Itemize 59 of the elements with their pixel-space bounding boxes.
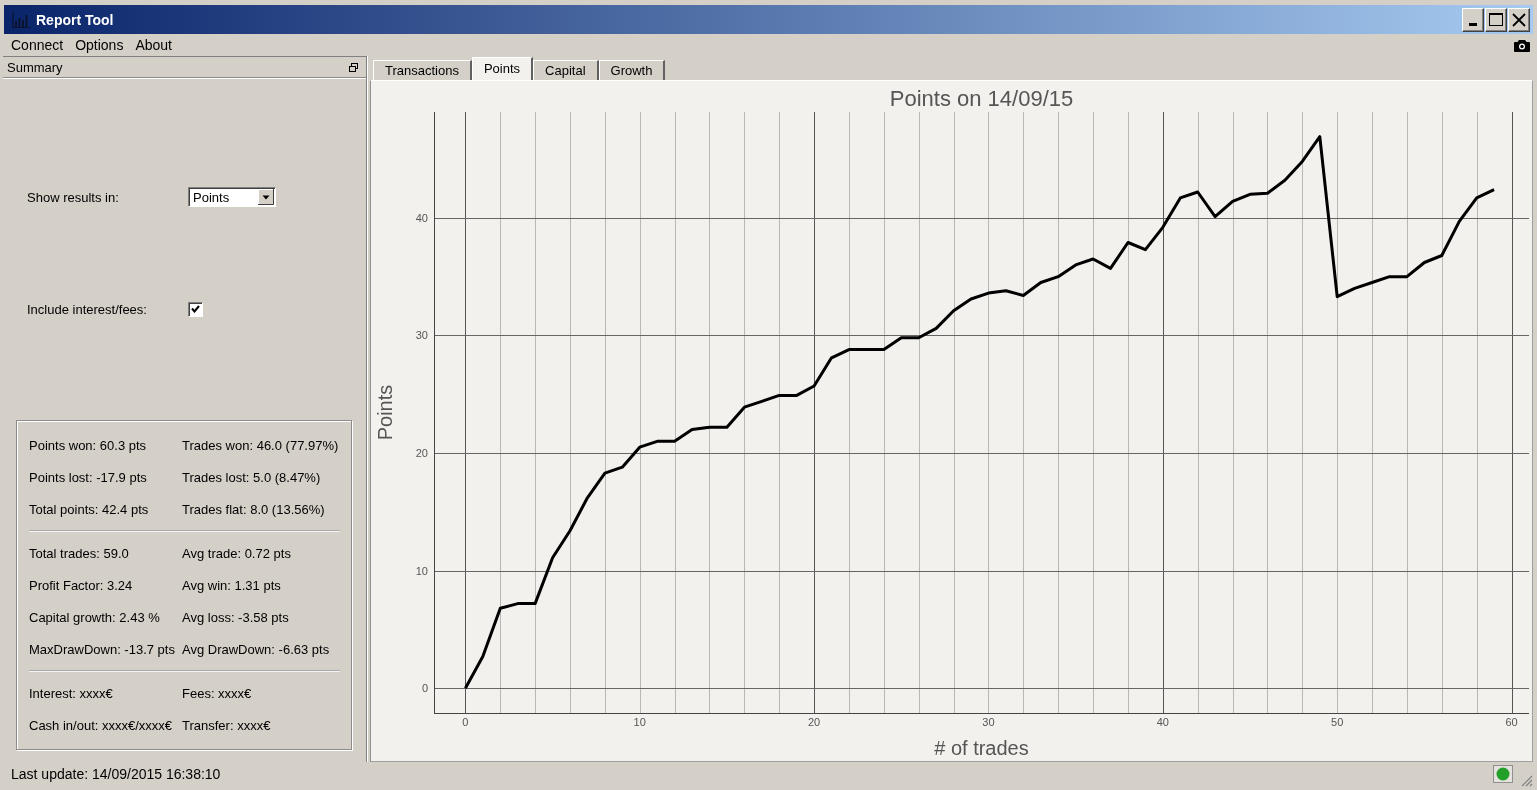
axis-tick-label: 50 <box>1331 716 1344 728</box>
stat-text: Transfer: xxxx€ <box>182 717 271 733</box>
stat-text: Total points: 42.4 pts <box>29 501 150 517</box>
axis-tick-label: 40 <box>415 211 428 224</box>
close-icon <box>1512 12 1526 27</box>
field-label: Include interest/fees: <box>27 301 148 317</box>
stat-text: Interest: xxxx€ <box>29 685 114 701</box>
minimize-icon <box>1469 23 1477 26</box>
stat-text: Trades won: 46.0 (77.97%) <box>182 437 339 453</box>
tab[interactable]: Transactions <box>373 60 472 80</box>
axis-tick-label: 20 <box>808 716 821 728</box>
stat-text: Points lost: -17.9 pts <box>29 469 148 485</box>
bar-chart-icon <box>12 11 30 28</box>
stat-text: Trades flat: 8.0 (13.56%) <box>182 501 325 517</box>
caret-icon[interactable] <box>258 189 274 205</box>
axis-tick-label: 0 <box>462 716 469 728</box>
minimize-button[interactable] <box>1462 7 1484 32</box>
stat-text: MaxDrawDown: -13.7 pts <box>29 641 176 657</box>
restore-icon[interactable] <box>349 62 358 72</box>
stat-text: Avg win: 1.31 pts <box>182 577 281 593</box>
menu-item[interactable]: Connect <box>5 35 70 55</box>
panel-title: Summary <box>7 59 63 75</box>
stat-text: Avg DrawDown: -6.63 pts <box>182 641 330 657</box>
axis-tick-label: 0 <box>421 682 428 695</box>
axis-tick-label: 40 <box>1156 716 1169 728</box>
stat-text: Fees: xxxx€ <box>182 685 252 701</box>
checkmark-icon <box>191 305 200 313</box>
stat-text: Avg loss: -3.58 pts <box>182 609 289 625</box>
axis-title: Points <box>374 384 396 441</box>
axis-tick-label: 10 <box>415 564 428 577</box>
field-label: Show results in: <box>27 189 120 205</box>
axis-tick-label: 30 <box>415 329 428 342</box>
tab[interactable]: Growth <box>598 60 666 80</box>
checkbox[interactable] <box>188 301 203 317</box>
close-button[interactable] <box>1508 7 1530 32</box>
camera-icon[interactable] <box>1514 38 1530 52</box>
axis-tick-label: 10 <box>633 716 646 728</box>
stat-text: Trades lost: 5.0 (8.47%) <box>182 469 321 485</box>
tab[interactable]: Points <box>471 57 534 80</box>
resize-grip-icon[interactable] <box>1521 775 1533 787</box>
stat-text: Profit Factor: 3.24 <box>29 577 134 593</box>
menu-item[interactable]: About <box>129 35 178 55</box>
status-text: Last update: 14/09/2015 16:38:10 <box>11 766 221 782</box>
axis-tick-label: 60 <box>1505 716 1518 728</box>
results-dropdown[interactable]: Points <box>188 187 276 207</box>
stat-text: Capital growth: 2.43 % <box>29 609 161 625</box>
tab[interactable]: Capital <box>533 60 599 80</box>
axis-tick-label: 30 <box>982 716 995 728</box>
window-title: Report Tool <box>36 11 114 28</box>
axis-tick-label: 20 <box>415 447 428 460</box>
axis-title: # of trades <box>934 737 1029 759</box>
maximize-button[interactable] <box>1485 7 1507 32</box>
stat-text: Avg trade: 0.72 pts <box>182 545 291 561</box>
maximize-icon <box>1489 13 1503 26</box>
stat-text: Total trades: 59.0 <box>29 545 130 561</box>
menu-item[interactable]: Options <box>69 35 130 55</box>
stat-text: Cash in/out: xxxx€/xxxx€ <box>29 717 174 733</box>
stat-text: Points won: 60.3 pts <box>29 437 148 453</box>
chart-title: Points on 14/09/15 <box>889 85 1074 111</box>
